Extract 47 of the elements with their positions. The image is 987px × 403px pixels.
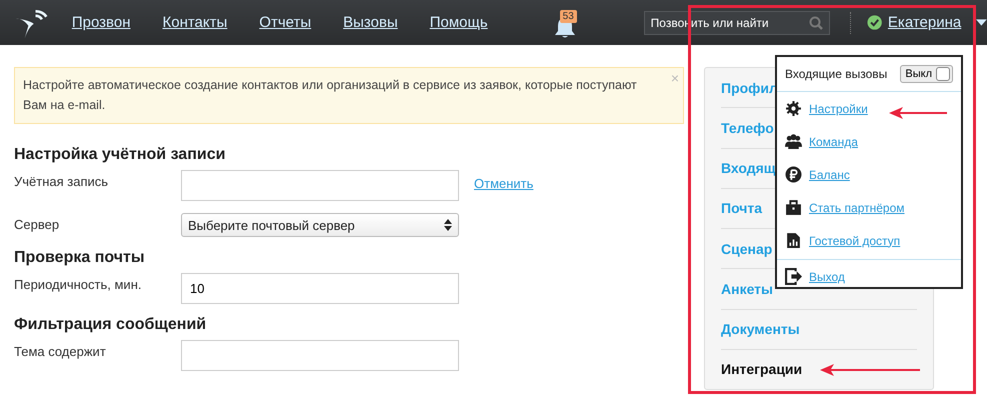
field-label: Тема содержит [14, 343, 107, 359]
incoming-calls-toggle[interactable]: Выкл [900, 65, 953, 83]
dropdown-menu-item[interactable]: Настройки [809, 102, 868, 116]
settings-menu-item[interactable]: Документы [721, 321, 800, 338]
dropdown-menu-item[interactable]: Выход [809, 270, 845, 284]
annotation-arrow [889, 107, 947, 119]
input-field[interactable]: 10 [181, 273, 459, 304]
server-select[interactable]: Выберите почтовый сервер [181, 213, 459, 237]
notification-count: 53 [560, 10, 577, 22]
field-label: Периодичность, мин. [14, 276, 142, 292]
gear-icon [785, 100, 802, 117]
dropdown-menu-item[interactable]: Баланс [809, 168, 850, 182]
dropdown-menu-item[interactable]: Команда [809, 134, 858, 148]
exit-icon [785, 268, 802, 285]
notification-bell[interactable]: 53 [554, 8, 576, 38]
field-label: Учётная запись [14, 173, 110, 189]
caret-icon[interactable] [976, 19, 987, 26]
document-chart-icon [785, 232, 802, 249]
search-icon [808, 16, 823, 30]
nav-link[interactable]: Отчеты [259, 14, 312, 31]
field-label: Сервер [14, 216, 60, 232]
nav-link[interactable]: Помощь [430, 14, 488, 31]
select-arrows-icon [444, 219, 452, 231]
settings-menu-item[interactable]: Почта [721, 200, 762, 216]
close-button[interactable]: × [670, 70, 679, 86]
settings-menu-item[interactable]: Интеграции [721, 361, 802, 378]
section-title: Проверка почты [14, 249, 146, 267]
settings-menu-item[interactable]: Анкеты [721, 280, 773, 297]
input-field[interactable] [181, 340, 459, 371]
settings-menu-item[interactable]: Телефо [721, 120, 774, 136]
dropdown-menu-item[interactable]: Гостевой доступ [809, 234, 900, 248]
banner-text: Настройте автоматическое создание контактов или организаций в сервисе из заявок, которые поступают Вам на e-mail. [23, 77, 638, 114]
user-menu-link[interactable]: Екатерина [888, 14, 962, 31]
settings-menu-item[interactable]: Входящ [721, 160, 776, 176]
nav-link[interactable]: Контакты [162, 14, 228, 31]
cancel-link[interactable]: Отменить [474, 176, 534, 191]
people-icon [785, 133, 802, 150]
briefcase-icon [785, 199, 802, 216]
section-title: Настройка учётной записи [14, 146, 226, 164]
nav-link[interactable]: Прозвон [72, 14, 130, 31]
section-title: Фильтрация сообщений [14, 316, 208, 334]
ruble-coin-icon [785, 166, 802, 183]
dropdown-menu-item[interactable]: Стать партнёром [809, 200, 904, 214]
nav-link[interactable]: Вызовы [343, 14, 398, 31]
input-field[interactable] [181, 170, 459, 201]
settings-menu-item[interactable]: Сценар [721, 240, 772, 257]
toggle-label: Входящие вызовы [785, 67, 888, 81]
